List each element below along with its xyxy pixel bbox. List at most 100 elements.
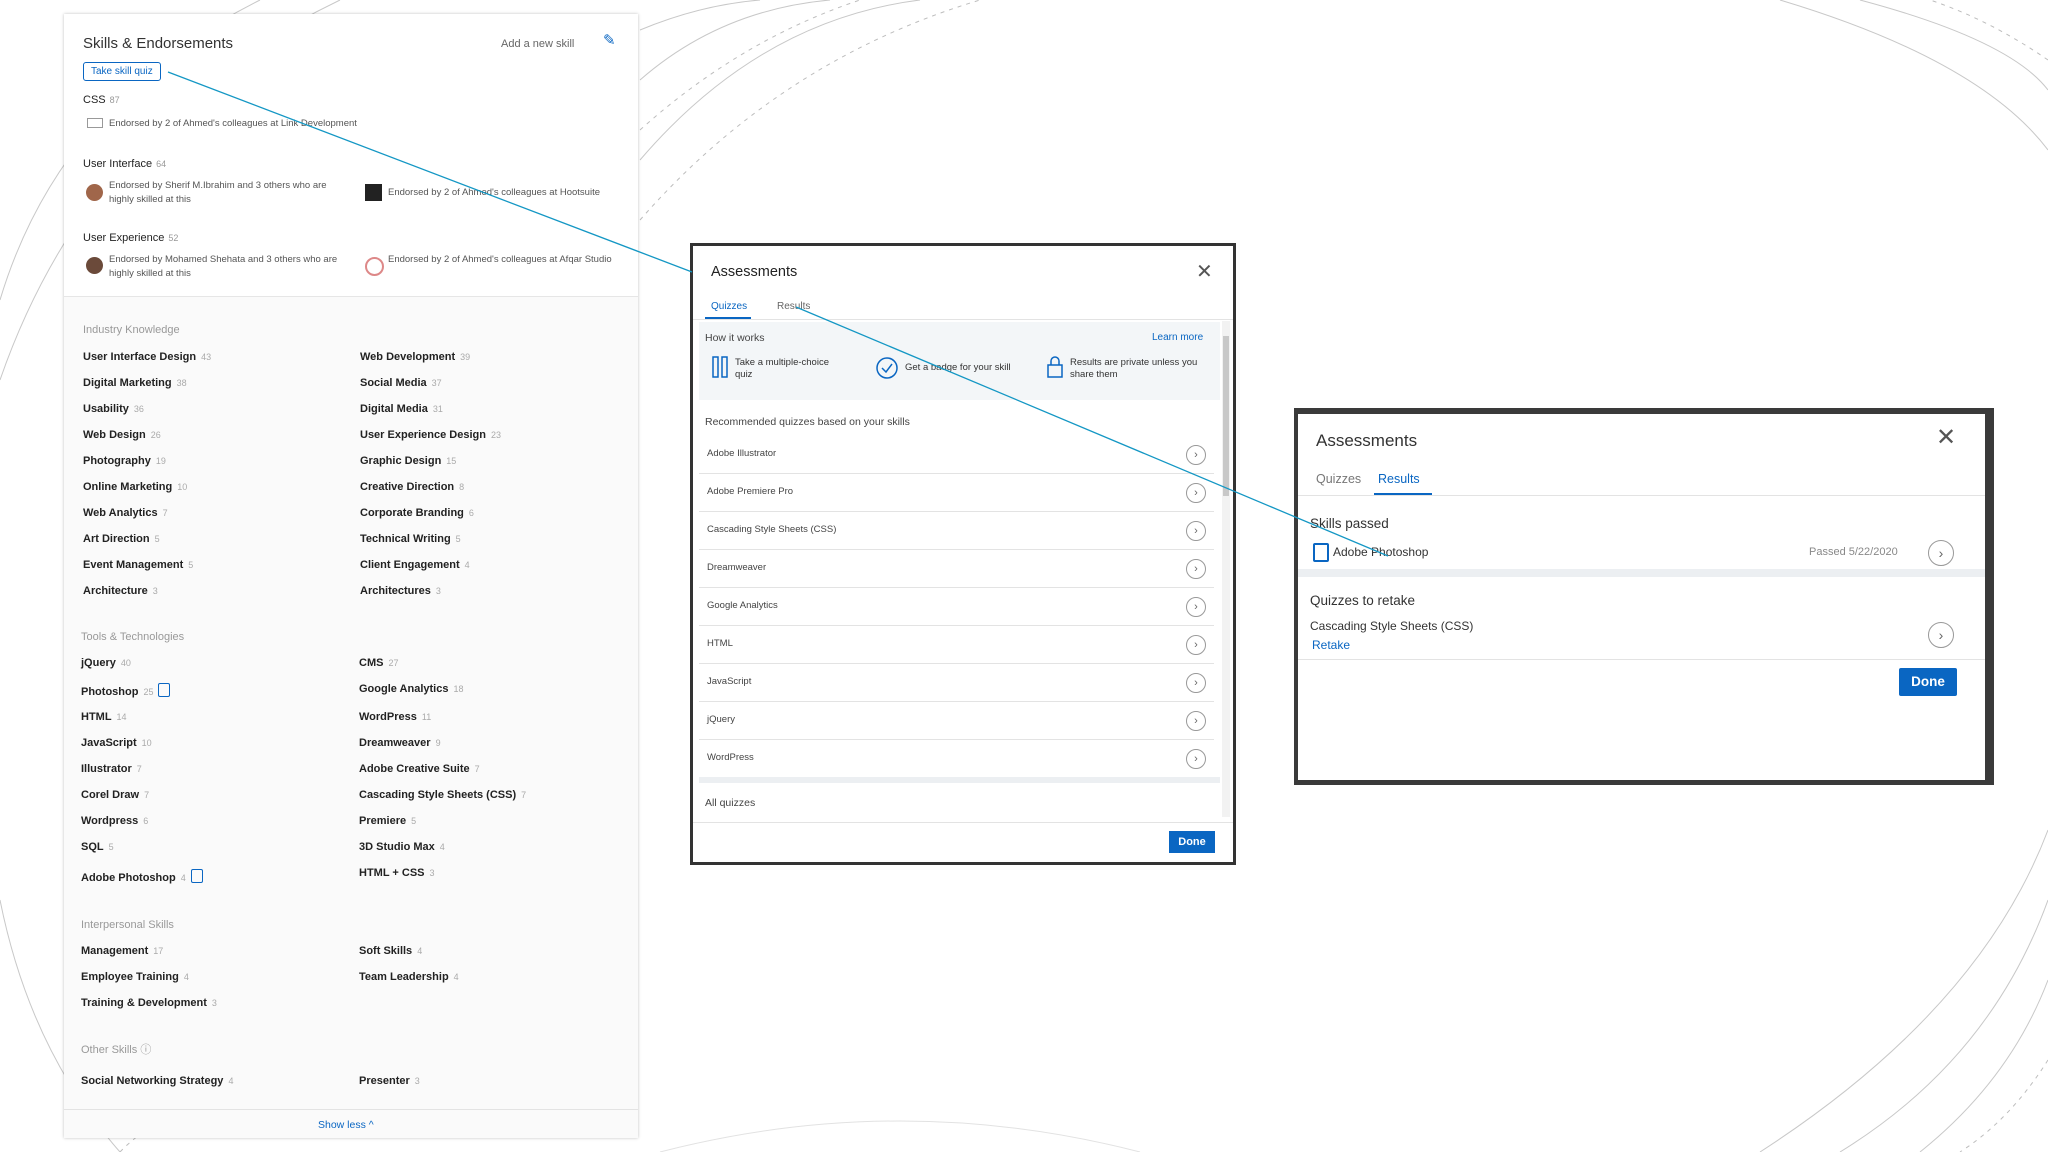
- skill-item[interactable]: Web Analytics 7: [83, 507, 168, 519]
- chevron-right-icon[interactable]: ›: [1186, 635, 1206, 655]
- skill-item[interactable]: WordPress 11: [359, 711, 431, 723]
- divider: [1298, 495, 1985, 496]
- skill-item[interactable]: Architecture 3: [83, 585, 158, 597]
- top-skill-css[interactable]: CSS 87: [83, 94, 120, 106]
- learn-more-link[interactable]: Learn more: [1152, 332, 1203, 343]
- skill-item[interactable]: Management 17: [81, 945, 163, 957]
- info-icon[interactable]: ⓘ: [140, 1044, 151, 1056]
- done-button[interactable]: Done: [1899, 668, 1957, 696]
- skill-item[interactable]: JavaScript 10: [81, 737, 152, 749]
- skill-item[interactable]: Art Direction 5: [83, 533, 160, 545]
- chevron-right-icon[interactable]: ›: [1186, 673, 1206, 693]
- top-skill-user-experience[interactable]: User Experience 52: [83, 232, 178, 244]
- endorsement-text: Endorsed by 2 of Ahmed's colleagues at H…: [388, 187, 601, 198]
- show-less-button[interactable]: Show less ^: [318, 1119, 374, 1131]
- skill-item[interactable]: Cascading Style Sheets (CSS) 7: [359, 789, 526, 801]
- skill-item[interactable]: User Experience Design 23: [360, 429, 501, 441]
- skill-item[interactable]: Adobe Creative Suite 7: [359, 763, 480, 775]
- skill-item[interactable]: Graphic Design 15: [360, 455, 456, 467]
- chevron-right-icon[interactable]: ›: [1186, 597, 1206, 617]
- skill-item[interactable]: Social Networking Strategy 4: [81, 1075, 233, 1087]
- quiz-row[interactable]: WordPress ›: [699, 740, 1214, 777]
- all-quizzes-link[interactable]: All quizzes: [705, 797, 755, 809]
- how-it-works-heading: How it works: [705, 332, 765, 344]
- chevron-right-icon[interactable]: ›: [1186, 749, 1206, 769]
- tab-quizzes[interactable]: Quizzes: [1316, 472, 1361, 486]
- lock-icon: [1047, 356, 1063, 378]
- skill-item[interactable]: HTML 14: [81, 711, 127, 723]
- chevron-right-icon[interactable]: ›: [1186, 711, 1206, 731]
- chevron-right-icon[interactable]: ›: [1186, 559, 1206, 579]
- chevron-right-icon[interactable]: ›: [1186, 483, 1206, 503]
- quiz-row[interactable]: Adobe Premiere Pro ›: [699, 474, 1214, 512]
- quiz-row[interactable]: Dreamweaver ›: [699, 550, 1214, 588]
- add-skill-link[interactable]: Add a new skill: [501, 38, 574, 50]
- tab-quizzes[interactable]: Quizzes: [711, 301, 747, 312]
- skill-item[interactable]: Training & Development 3: [81, 997, 217, 1009]
- skill-item[interactable]: Creative Direction 8: [360, 481, 464, 493]
- skill-item[interactable]: jQuery 40: [81, 657, 131, 669]
- avatar: [86, 257, 103, 274]
- badge-check-icon: [876, 357, 898, 379]
- skill-item[interactable]: Google Analytics 18: [359, 683, 463, 695]
- quiz-row[interactable]: Google Analytics ›: [699, 588, 1214, 626]
- skill-item[interactable]: Usability 36: [83, 403, 144, 415]
- skill-item[interactable]: User Interface Design 43: [83, 351, 211, 363]
- skill-item[interactable]: Illustrator 7: [81, 763, 142, 775]
- chevron-right-icon[interactable]: ›: [1928, 540, 1954, 566]
- tab-results[interactable]: Results: [777, 301, 810, 312]
- close-icon[interactable]: ✕: [1936, 423, 1956, 452]
- quiz-row[interactable]: HTML ›: [699, 626, 1214, 664]
- skill-item[interactable]: Architectures 3: [360, 585, 441, 597]
- skill-item[interactable]: Employee Training 4: [81, 971, 189, 983]
- avatar: [86, 184, 103, 201]
- passed-skill-name: Adobe Photoshop: [1333, 545, 1429, 559]
- tab-results[interactable]: Results: [1378, 472, 1420, 486]
- skill-item[interactable]: Wordpress 6: [81, 815, 148, 827]
- top-skill-user-interface[interactable]: User Interface 64: [83, 158, 166, 170]
- skill-item[interactable]: Technical Writing 5: [360, 533, 461, 545]
- skill-item[interactable]: Corporate Branding 6: [360, 507, 474, 519]
- retake-link[interactable]: Retake: [1312, 638, 1350, 652]
- chevron-right-icon[interactable]: ›: [1928, 622, 1954, 648]
- take-skill-quiz-button[interactable]: Take skill quiz: [83, 62, 161, 81]
- assessments-results-modal: Assessments ✕ Quizzes Results Skills pas…: [1298, 414, 1985, 780]
- pencil-icon[interactable]: ✎: [603, 31, 616, 49]
- skill-item[interactable]: Photoshop 25: [81, 683, 171, 698]
- skill-item[interactable]: SQL 5: [81, 841, 114, 853]
- skill-item[interactable]: Team Leadership 4: [359, 971, 459, 983]
- skill-item[interactable]: Soft Skills 4: [359, 945, 422, 957]
- done-button[interactable]: Done: [1169, 831, 1215, 853]
- quiz-row[interactable]: jQuery ›: [699, 702, 1214, 740]
- clipboard-badge-icon: [1313, 543, 1329, 562]
- skill-item[interactable]: Event Management 5: [83, 559, 193, 571]
- skill-item[interactable]: Social Media 37: [360, 377, 442, 389]
- quiz-row[interactable]: Cascading Style Sheets (CSS) ›: [699, 512, 1214, 550]
- skill-item[interactable]: Web Design 26: [83, 429, 161, 441]
- skill-item[interactable]: Client Engagement 4: [360, 559, 470, 571]
- skill-item[interactable]: Adobe Photoshop 4: [81, 869, 203, 884]
- skill-item[interactable]: Digital Marketing 38: [83, 377, 187, 389]
- quiz-row[interactable]: JavaScript ›: [699, 664, 1214, 702]
- divider: [64, 1109, 638, 1110]
- chevron-right-icon[interactable]: ›: [1186, 521, 1206, 541]
- skill-item[interactable]: Photography 19: [83, 455, 166, 467]
- skill-badge-icon: [158, 683, 171, 697]
- step-text: Results are private unless you share the…: [1070, 357, 1198, 380]
- skill-item[interactable]: Premiere 5: [359, 815, 416, 827]
- top-skills-section: Skills & Endorsements Add a new skill ✎ …: [64, 14, 638, 297]
- quiz-row[interactable]: Adobe Illustrator ›: [699, 436, 1214, 474]
- skill-item[interactable]: HTML + CSS 3: [359, 867, 435, 879]
- endorsement-text: Endorsed by 2 of Ahmed's colleagues at L…: [109, 118, 357, 129]
- skill-item[interactable]: Dreamweaver 9: [359, 737, 441, 749]
- skill-item[interactable]: Web Development 39: [360, 351, 470, 363]
- skill-item[interactable]: Digital Media 31: [360, 403, 443, 415]
- skill-item[interactable]: Presenter 3: [359, 1075, 420, 1087]
- skill-item[interactable]: 3D Studio Max 4: [359, 841, 445, 853]
- skill-item[interactable]: Online Marketing 10: [83, 481, 187, 493]
- skill-item[interactable]: CMS 27: [359, 657, 398, 669]
- chevron-right-icon[interactable]: ›: [1186, 445, 1206, 465]
- scrollbar-thumb[interactable]: [1223, 336, 1229, 496]
- close-icon[interactable]: ✕: [1196, 259, 1213, 284]
- skill-item[interactable]: Corel Draw 7: [81, 789, 149, 801]
